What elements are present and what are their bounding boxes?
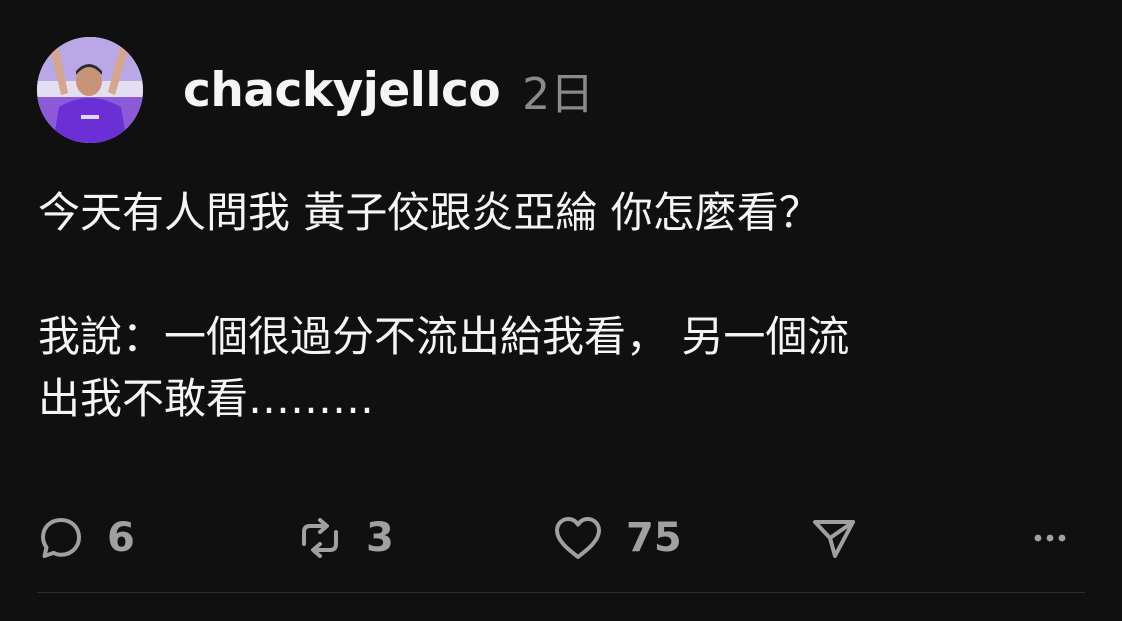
more-options-button[interactable] xyxy=(1030,528,1070,548)
repost-count: 3 xyxy=(366,515,394,561)
post-text: 今天有人問我 黃子佼跟炎亞綸 你怎麼看？ 我說：一個很過分不流出給我看， 另一個… xyxy=(38,188,850,423)
action-bar: 6 3 75 xyxy=(37,510,1072,566)
comment-bubble-icon xyxy=(37,514,85,562)
share-button[interactable] xyxy=(809,514,859,562)
thread-post: chackyjellco 2日 今天有人問我 黃子佼跟炎亞綸 你怎麼看？ 我說：… xyxy=(0,0,1122,621)
repost-button[interactable]: 3 xyxy=(296,514,394,562)
heart-icon xyxy=(552,514,604,562)
timestamp: 2日 xyxy=(522,69,595,120)
post-header: chackyjellco 2日 xyxy=(37,37,594,143)
avatar-image xyxy=(37,37,143,143)
more-dots-icon xyxy=(1030,528,1070,548)
avatar[interactable] xyxy=(37,37,143,143)
username[interactable]: chackyjellco xyxy=(183,63,501,118)
reply-button[interactable]: 6 xyxy=(37,514,135,562)
post-divider xyxy=(37,592,1085,593)
reply-count: 6 xyxy=(107,515,135,561)
send-icon xyxy=(809,514,859,562)
repost-arrows-icon xyxy=(296,514,344,562)
like-count: 75 xyxy=(626,515,682,561)
like-button[interactable]: 75 xyxy=(552,514,682,562)
